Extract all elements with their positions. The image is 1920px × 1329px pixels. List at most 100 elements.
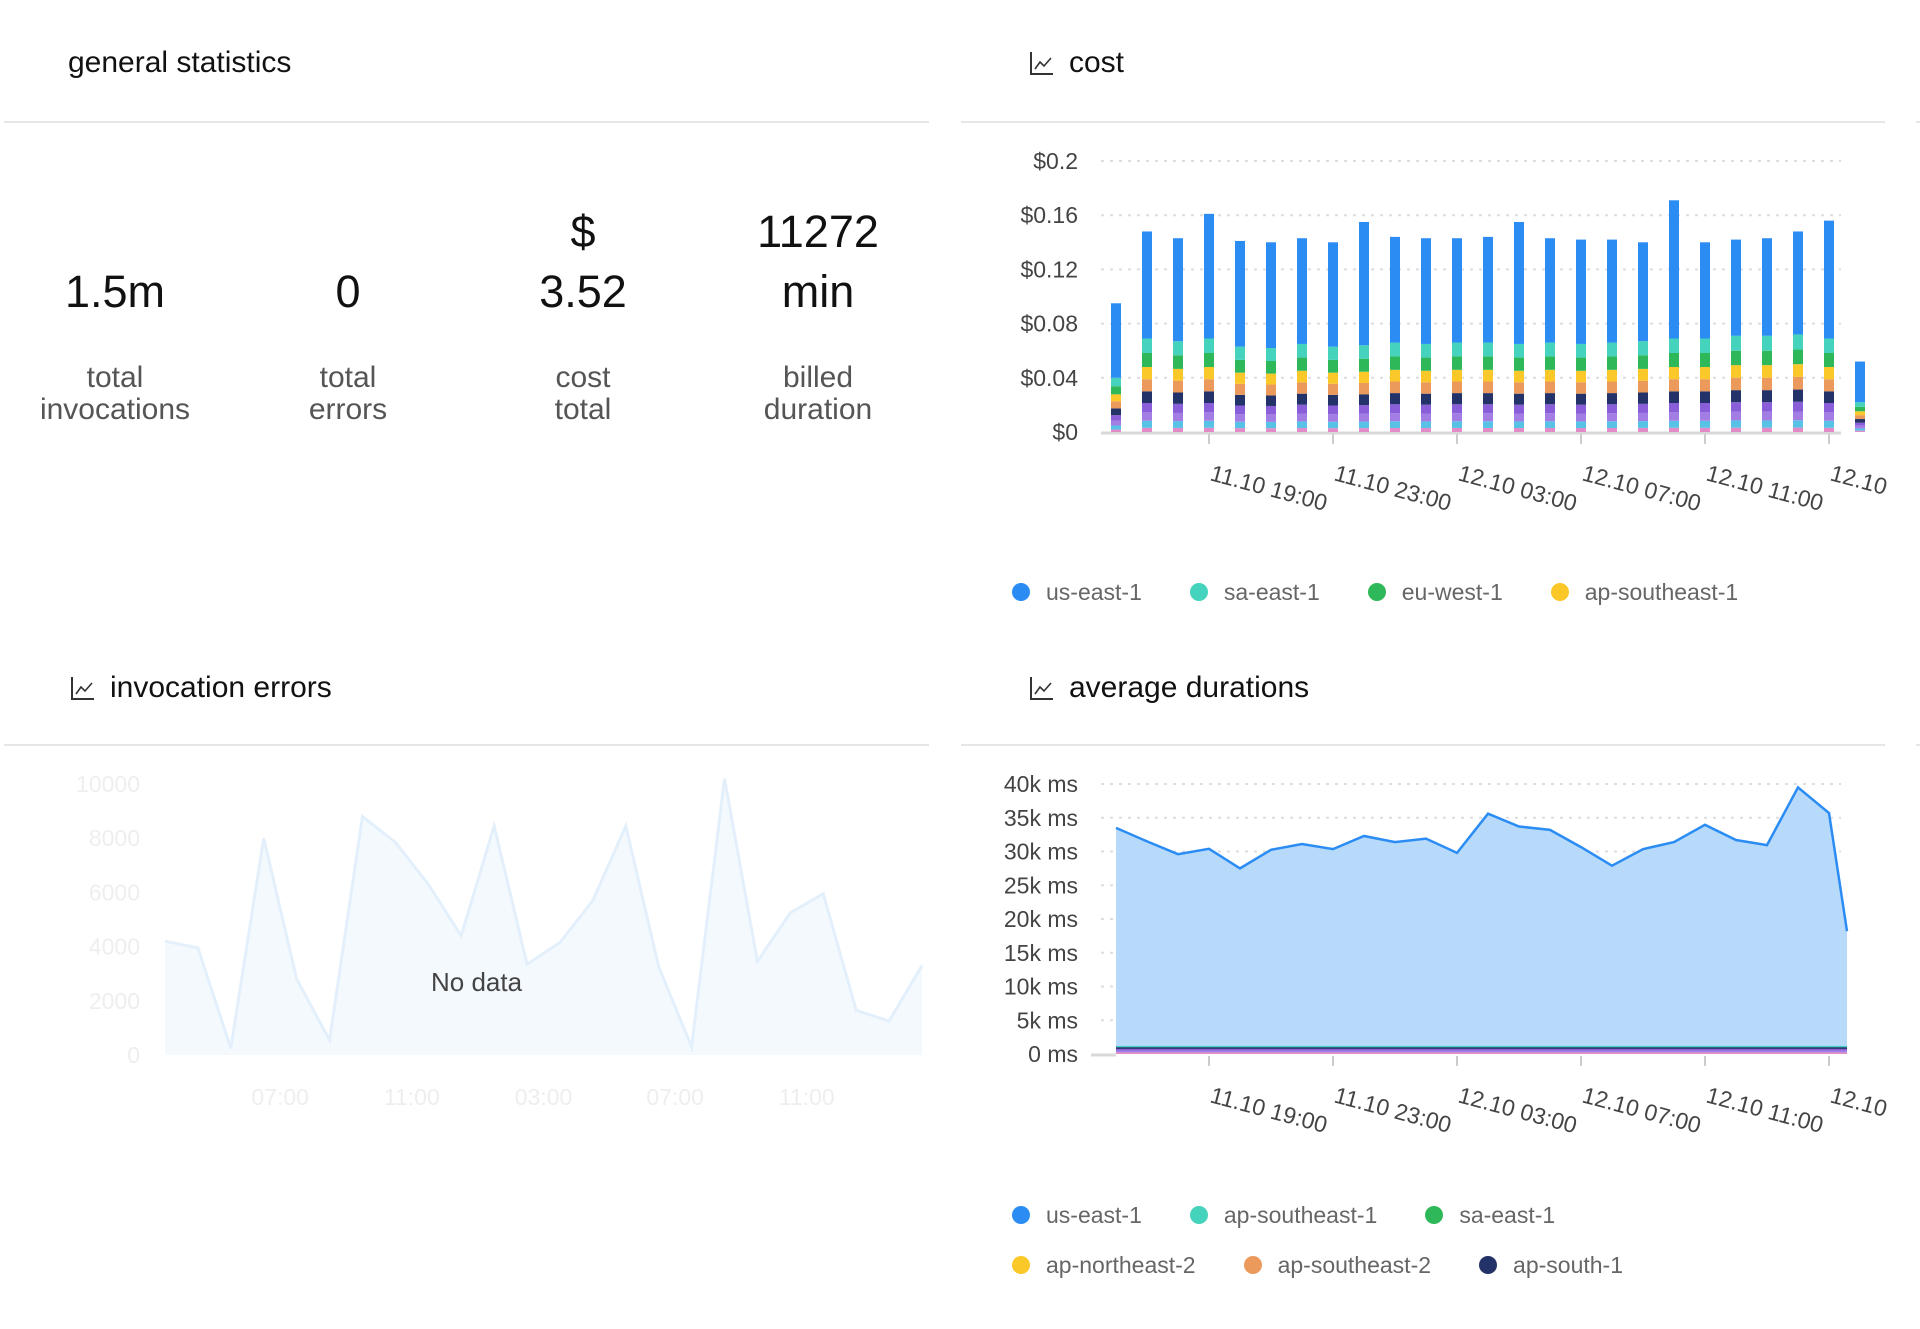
bar-segment [1266, 373, 1276, 385]
bar-segment [1514, 428, 1524, 432]
bar [1390, 236, 1400, 432]
bar-segment [1452, 381, 1462, 394]
stat-cost-total: $ 3.52 cost total [473, 202, 693, 426]
x-tick-label: 12.10 [1828, 460, 1890, 500]
legend-item[interactable]: us-east-1 [1012, 1190, 1142, 1240]
legend-item[interactable]: ap-southeast-2 [1243, 1240, 1432, 1290]
bar-segment [1297, 343, 1307, 358]
bar-segment [1297, 421, 1307, 429]
bar-segment [1328, 394, 1338, 406]
legend-label: ap-southeast-2 [1277, 1251, 1432, 1278]
stat-total-errors: 0 total errors [238, 232, 458, 426]
bar-segment [1483, 381, 1493, 394]
bar-segment [1824, 379, 1834, 392]
bar-segment [1855, 361, 1865, 403]
bar-segment [1235, 383, 1245, 395]
bar-segment [1700, 403, 1710, 413]
bar-segment [1390, 236, 1400, 343]
stat-label: total [319, 361, 377, 394]
bar-segment [1607, 342, 1617, 357]
bar-segment [1266, 405, 1276, 415]
bar-segment [1483, 369, 1493, 382]
bar-segment [1607, 427, 1617, 432]
legend-item[interactable]: sa-east-1 [1189, 567, 1320, 617]
bar-segment [1235, 428, 1245, 432]
legend-label: us-east-1 [1046, 578, 1142, 605]
stat-value: 0 [335, 266, 361, 317]
bar [1111, 303, 1121, 432]
bar-segment [1359, 405, 1369, 414]
bar-segment [1762, 427, 1772, 432]
bar-segment [1514, 421, 1524, 429]
bar [1607, 239, 1617, 432]
bar-segment [1638, 427, 1648, 432]
bar-segment [1824, 420, 1834, 428]
bar-segment [1762, 238, 1772, 336]
bar-segment [1421, 393, 1431, 405]
legend-dot-icon [1012, 1206, 1030, 1224]
bar-segment [1514, 370, 1524, 383]
bar [1669, 200, 1679, 432]
bar-segment [1700, 412, 1710, 421]
x-tick-label: 12.10 03:00 [1456, 1082, 1580, 1139]
small-series-band [1116, 1047, 1847, 1049]
bar [1514, 221, 1524, 432]
bar-segment [1142, 367, 1152, 380]
bar-segment [1514, 343, 1524, 358]
bar-segment [1669, 367, 1679, 380]
bar-segment [1142, 338, 1152, 353]
legend-item[interactable]: sa-east-1 [1425, 1190, 1555, 1240]
bar-segment [1731, 390, 1741, 403]
x-tick-label: 12.10 [1828, 1082, 1890, 1122]
bar-segment [1762, 335, 1772, 351]
bar [1762, 238, 1772, 432]
general-statistics-panel: general statistics 1.5m total invocation… [0, 0, 930, 640]
bar-segment [1824, 367, 1834, 380]
bar-segment [1607, 404, 1617, 414]
bar-segment [1204, 412, 1214, 421]
stat-value: 11272 [757, 206, 879, 257]
panel-title: invocation errors [70, 671, 332, 705]
bar-segment [1731, 402, 1741, 412]
bar-segment [1483, 404, 1493, 414]
legend-item[interactable]: ap-southeast-1 [1189, 1190, 1377, 1240]
bar-segment [1173, 341, 1183, 356]
bar-segment [1545, 238, 1555, 343]
x-tick-label: 11:00 [384, 1084, 440, 1110]
bar-segment [1111, 429, 1121, 432]
legend-item[interactable]: us-east-1 [1012, 567, 1142, 617]
bar-segment [1173, 392, 1183, 404]
legend-dot-icon [1012, 583, 1030, 601]
bar-segment [1142, 403, 1152, 413]
bar-segment [1204, 403, 1214, 413]
bar-segment [1359, 358, 1369, 372]
bar-segment [1762, 402, 1772, 412]
bar-segment [1669, 200, 1679, 339]
bar-segment [1421, 404, 1431, 414]
bar-segment [1731, 377, 1741, 391]
bar-segment [1793, 364, 1803, 377]
legend-item[interactable]: ap-south-1 [1479, 1240, 1623, 1290]
bar-segment [1576, 413, 1586, 422]
bar-segment [1173, 427, 1183, 432]
x-tick-label: 12.10 11:00 [1704, 460, 1826, 516]
small-series-band [1116, 1052, 1847, 1054]
x-tick-label: 07:00 [251, 1084, 309, 1110]
legend-item[interactable]: eu-west-1 [1367, 567, 1503, 617]
bar-segment [1204, 367, 1214, 380]
bar-segment [1669, 412, 1679, 421]
bar [1638, 242, 1648, 432]
bar-segment [1390, 421, 1400, 428]
panel-title: cost [1029, 46, 1124, 80]
y-tick-label: 25k ms [1004, 872, 1078, 898]
bar-segment [1359, 221, 1369, 346]
x-tick-label: 07:00 [646, 1084, 704, 1110]
legend-item[interactable]: ap-southeast-1 [1550, 567, 1738, 617]
bar-segment [1297, 428, 1307, 432]
bar-segment [1421, 357, 1431, 371]
bar-segment [1793, 334, 1803, 350]
y-tick-label: 10000 [76, 771, 140, 797]
legend-item[interactable]: ap-northeast-2 [1012, 1240, 1196, 1290]
bar-segment [1762, 420, 1772, 428]
stat-label: duration [763, 393, 873, 426]
